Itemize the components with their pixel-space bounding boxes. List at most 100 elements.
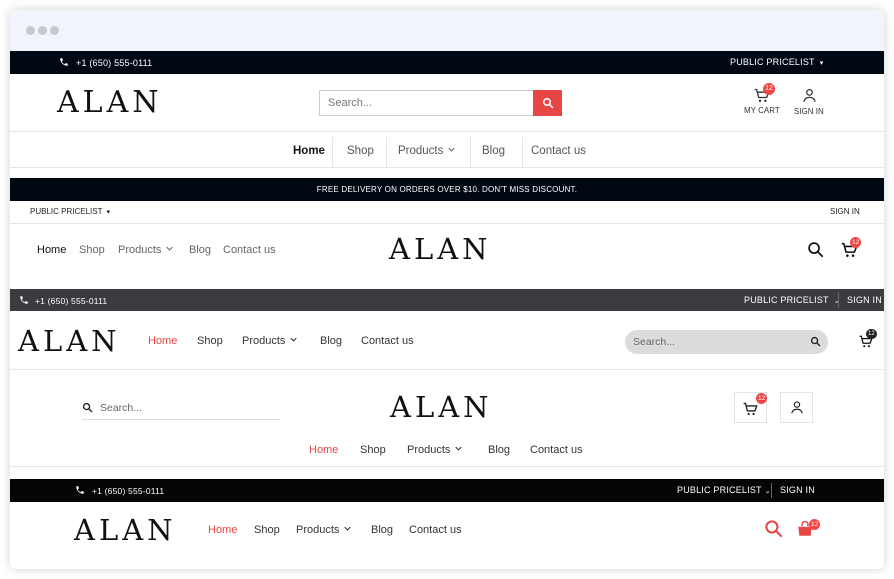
sign-in-label: SIGN IN [794,107,824,116]
nav-home[interactable]: Home [37,244,66,256]
pricelist-label: PUBLIC PRICELIST [677,485,762,495]
caret-down-icon: ▾ [819,60,824,67]
header1-nav: Home Shop Products Blog Contact us [283,137,603,167]
pricelist-dropdown[interactable]: PUBLIC PRICELIST ⌄ [744,295,840,305]
nav-contact[interactable]: Contact us [523,137,603,167]
caret-down-icon: ▾ [106,209,110,216]
nav-products[interactable]: Products [387,137,471,167]
nav-shop[interactable]: Shop [79,244,105,256]
cart-count-badge: 12 [866,329,877,339]
promo-text: FREE DELIVERY ON ORDERS OVER $10. DON'T … [316,185,578,194]
nav-products-label: Products [118,244,162,256]
chevron-down-icon [455,446,463,451]
divider [10,131,884,132]
search-placeholder: Search... [100,402,143,414]
nav-contact-label: Contact us [531,145,586,157]
divider [10,466,884,467]
window-dot-2 [38,26,47,35]
nav-home-label: Home [293,145,325,157]
search-input[interactable]: Search... [319,90,534,116]
logo[interactable]: ALAN [74,516,177,545]
cart-count-badge: 12 [809,519,821,530]
nav-products[interactable]: Products [296,524,352,536]
cart-button[interactable]: 12 [734,392,768,423]
phone-number[interactable]: +1 (650) 555-0111 [35,296,107,306]
chevron-down-icon [166,246,174,251]
window-dot-3 [50,26,59,35]
pricelist-dropdown[interactable]: PUBLIC PRICELIST ⌄ [677,485,771,495]
pricelist-dropdown[interactable]: PUBLIC PRICELIST ▾ [30,207,110,216]
nav-products[interactable]: Products [118,244,174,256]
pricelist-label: PUBLIC PRICELIST [730,57,815,67]
pricelist-label: PUBLIC PRICELIST [30,207,103,216]
nav-shop[interactable]: Shop [333,137,387,167]
nav-blog-label: Blog [482,145,506,157]
cart-icon [743,402,758,416]
nav-products-label: Products [296,524,340,536]
search-input[interactable]: Search... [625,330,828,354]
nav-shop[interactable]: Shop [197,335,223,347]
phone-icon [75,485,85,495]
cart-count-badge: 12 [763,83,775,95]
window-titlebar [10,10,884,51]
cart-count-badge: 12 [756,393,768,404]
nav-blog[interactable]: Blog [488,444,510,456]
user-icon [802,88,817,103]
pricelist-dropdown[interactable]: PUBLIC PRICELIST ▾ [730,57,823,67]
nav-blog[interactable]: Blog [471,137,523,167]
nav-contact[interactable]: Contact us [409,524,462,536]
user-icon [790,400,804,415]
logo[interactable]: ALAN [390,393,493,422]
nav-shop[interactable]: Shop [360,444,386,456]
nav-home[interactable]: Home [283,137,333,167]
phone-icon [59,57,69,67]
my-cart-button[interactable]: 12 MY CART [743,83,783,118]
sign-in-button[interactable]: SIGN IN [792,86,828,118]
search-icon[interactable] [810,336,821,347]
phone-number[interactable]: +1 (650) 555-0111 [76,58,152,68]
header1-topbar: +1 (650) 555-0111 PUBLIC PRICELIST ▾ [10,51,884,74]
nav-shop[interactable]: Shop [254,524,280,536]
chevron-down-icon: ⌄ [764,488,771,495]
phone-icon [19,295,29,305]
nav-home[interactable]: Home [309,444,338,456]
search-button[interactable] [533,90,562,116]
nav-blog[interactable]: Blog [371,524,393,536]
nav-contact[interactable]: Contact us [361,335,414,347]
sign-in-link[interactable]: SIGN IN [830,207,860,216]
nav-contact[interactable]: Contact us [223,244,276,256]
account-button[interactable] [780,392,813,423]
search-input[interactable]: Search... [82,399,280,420]
phone-number[interactable]: +1 (650) 555-0111 [92,486,164,496]
divider [10,223,884,224]
nav-blog[interactable]: Blog [189,244,211,256]
divider [10,167,884,168]
header3-topbar: +1 (650) 555-0111 PUBLIC PRICELIST ⌄ SIGN… [10,289,884,311]
search-icon [82,402,93,413]
search-icon[interactable] [807,241,824,258]
nav-home[interactable]: Home [208,524,237,536]
pricelist-label: PUBLIC PRICELIST [744,295,829,305]
search-placeholder: Search... [328,97,373,109]
logo[interactable]: ALAN [389,235,492,264]
nav-home[interactable]: Home [148,335,177,347]
logo[interactable]: ALAN [18,327,121,356]
nav-products-label: Products [407,444,451,456]
divider [838,292,839,308]
search-icon[interactable] [764,519,783,538]
nav-contact[interactable]: Contact us [530,444,583,456]
divider [771,483,772,498]
sign-in-link[interactable]: SIGN IN [847,295,882,305]
nav-blog[interactable]: Blog [320,335,342,347]
nav-products[interactable]: Products [407,444,463,456]
nav-products-label: Products [398,145,444,157]
nav-products[interactable]: Products [242,335,298,347]
nav-shop-label: Shop [347,145,374,157]
nav-products-label: Products [242,335,286,347]
window-dot-1 [26,26,35,35]
chevron-down-icon [344,526,352,531]
my-cart-label: MY CART [744,106,780,115]
sign-in-link[interactable]: SIGN IN [780,485,815,495]
logo[interactable]: ALAN [57,88,163,118]
header5-topbar: +1 (650) 555-0111 PUBLIC PRICELIST ⌄ SIGN… [10,479,884,502]
